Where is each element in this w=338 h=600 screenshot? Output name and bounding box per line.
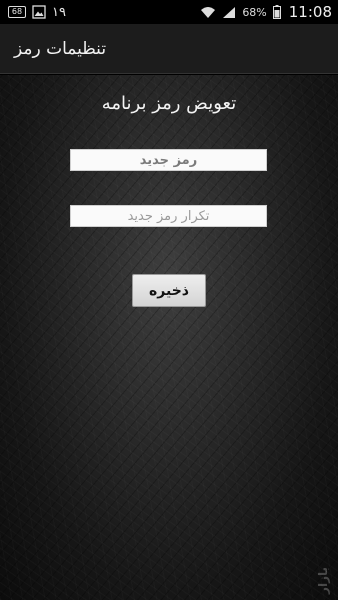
signal-icon bbox=[222, 6, 236, 19]
page-heading: تعویض رمز برنامه bbox=[101, 93, 237, 114]
save-button[interactable]: ذخیره bbox=[132, 274, 206, 307]
status-left: 68 ۱۹ bbox=[8, 5, 66, 20]
repeat-password-field[interactable] bbox=[70, 205, 267, 227]
notification-count: ۱۹ bbox=[52, 4, 66, 20]
battery-percent: 68% bbox=[242, 5, 267, 19]
status-right: 68% 11:08 bbox=[200, 3, 332, 21]
image-notification-icon bbox=[32, 5, 46, 19]
new-password-field[interactable] bbox=[70, 149, 267, 171]
clock-time: 11:08 bbox=[288, 3, 332, 21]
action-bar: تنظیمات رمز bbox=[0, 24, 338, 74]
battery-icon bbox=[272, 5, 281, 19]
store-watermark: بازار bbox=[316, 567, 330, 594]
status-bar: 68 ۱۹ 68% 11:08 bbox=[0, 0, 338, 24]
wifi-icon bbox=[200, 6, 216, 19]
battery-small-icon: 68 bbox=[8, 6, 26, 18]
password-settings-panel: تعویض رمز برنامه ذخیره بازار bbox=[0, 75, 338, 600]
action-bar-title: تنظیمات رمز bbox=[14, 38, 107, 59]
